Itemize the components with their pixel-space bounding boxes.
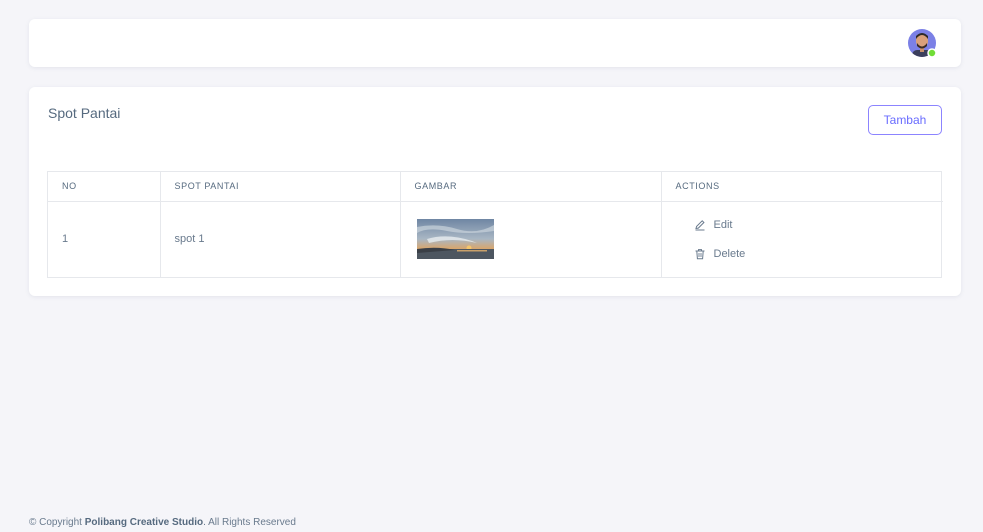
header-no: NO (48, 172, 160, 202)
edit-label: Edit (713, 218, 733, 231)
delete-action[interactable]: Delete (694, 248, 944, 260)
online-status-dot (927, 48, 937, 58)
cell-image (399, 201, 661, 277)
trash-icon (695, 248, 704, 260)
top-navbar (29, 19, 961, 67)
card-title: Spot Pantai (48, 105, 121, 121)
footer-copyright: © Copyright Polibang Creative Studio. Al… (29, 517, 296, 528)
cell-actions: Edit Delete (660, 201, 944, 277)
header-actions: ACTIONS (660, 172, 943, 202)
delete-label: Delete (713, 247, 746, 260)
header-spot-pantai: SPOT PANTAI (159, 172, 400, 202)
pencil-icon (694, 219, 705, 231)
table-row: 1 spot 1 Edit Delete (48, 201, 943, 277)
cell-spot-name: spot 1 (159, 201, 400, 277)
tambah-button[interactable]: Tambah (868, 105, 942, 135)
beach-sunset-thumbnail (416, 219, 494, 260)
table-header-row: NO SPOT PANTAI GAMBAR ACTIONS (48, 172, 943, 202)
spot-table: NO SPOT PANTAI GAMBAR ACTIONS 1 spot 1 E… (47, 171, 943, 278)
edit-action[interactable]: Edit (694, 219, 944, 231)
cell-no: 1 (62, 233, 69, 246)
avatar-icon (908, 29, 937, 58)
user-avatar[interactable] (907, 28, 937, 58)
footer-prefix: © Copyright (29, 517, 85, 528)
header-gambar: GAMBAR (399, 172, 661, 202)
spot-pantai-card: Spot Pantai Tambah NO SPOT PANTAI GAMBAR… (29, 87, 961, 296)
footer-brand[interactable]: Polibang Creative Studio (85, 517, 203, 528)
footer-suffix: . All Rights Reserved (203, 517, 296, 528)
